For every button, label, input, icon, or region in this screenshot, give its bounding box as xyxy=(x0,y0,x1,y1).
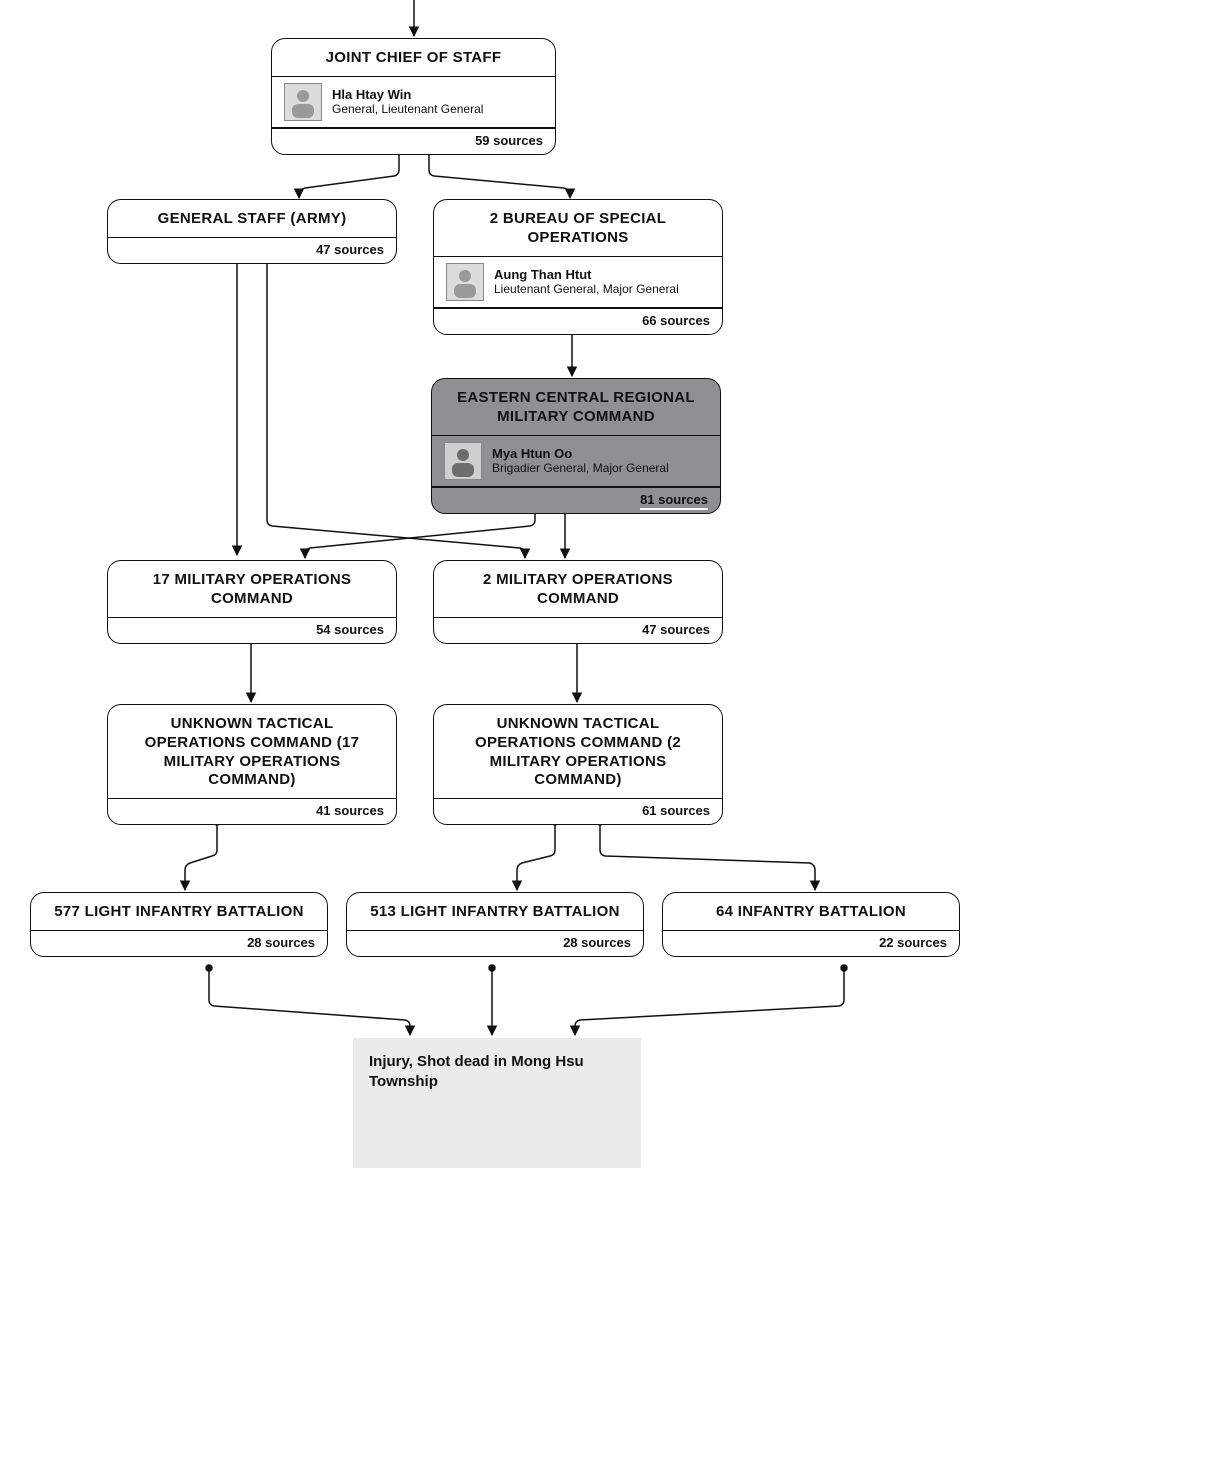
person-name: Mya Htun Oo xyxy=(492,446,669,462)
node-title: 513 LIGHT INFANTRY BATTALION xyxy=(347,893,643,930)
node-17-military-operations-command[interactable]: 17 MILITARY OPERATIONS COMMAND 54 source… xyxy=(107,560,397,644)
person-name: Hla Htay Win xyxy=(332,87,483,103)
node-title: UNKNOWN TACTICAL OPERATIONS COMMAND (2 M… xyxy=(434,705,722,798)
sources-count: 22 sources xyxy=(663,930,959,956)
sources-count: 81 sources xyxy=(432,487,720,513)
sources-count: 47 sources xyxy=(434,617,722,643)
person-rank: General, Lieutenant General xyxy=(332,102,483,116)
sources-count: 28 sources xyxy=(31,930,327,956)
person-name: Aung Than Htut xyxy=(494,267,679,283)
node-title: GENERAL STAFF (ARMY) xyxy=(108,200,396,237)
node-title: 2 MILITARY OPERATIONS COMMAND xyxy=(434,561,722,617)
node-title: 64 INFANTRY BATTALION xyxy=(663,893,959,930)
node-unknown-toc-17[interactable]: UNKNOWN TACTICAL OPERATIONS COMMAND (17 … xyxy=(107,704,397,825)
person-row: Hla Htay Win General, Lieutenant General xyxy=(272,76,555,128)
sources-count: 41 sources xyxy=(108,798,396,824)
node-eastern-central-regional-military-command[interactable]: EASTERN CENTRAL REGIONAL MILITARY COMMAN… xyxy=(431,378,721,514)
person-row: Aung Than Htut Lieutenant General, Major… xyxy=(434,256,722,308)
node-title: 577 LIGHT INFANTRY BATTALION xyxy=(31,893,327,930)
person-rank: Brigadier General, Major General xyxy=(492,461,669,475)
node-513-light-infantry-battalion[interactable]: 513 LIGHT INFANTRY BATTALION 28 sources xyxy=(346,892,644,957)
node-2-military-operations-command[interactable]: 2 MILITARY OPERATIONS COMMAND 47 sources xyxy=(433,560,723,644)
sources-count: 28 sources xyxy=(347,930,643,956)
node-64-infantry-battalion[interactable]: 64 INFANTRY BATTALION 22 sources xyxy=(662,892,960,957)
incident-box[interactable]: Injury, Shot dead in Mong Hsu Township xyxy=(353,1038,641,1168)
node-title: JOINT CHIEF OF STAFF xyxy=(272,39,555,76)
node-unknown-toc-2[interactable]: UNKNOWN TACTICAL OPERATIONS COMMAND (2 M… xyxy=(433,704,723,825)
node-title: EASTERN CENTRAL REGIONAL MILITARY COMMAN… xyxy=(432,379,720,435)
person-photo xyxy=(446,263,484,301)
incident-text: Injury, Shot dead in Mong Hsu Township xyxy=(369,1053,584,1090)
node-title: 17 MILITARY OPERATIONS COMMAND xyxy=(108,561,396,617)
node-577-light-infantry-battalion[interactable]: 577 LIGHT INFANTRY BATTALION 28 sources xyxy=(30,892,328,957)
sources-count: 66 sources xyxy=(434,308,722,334)
person-row: Mya Htun Oo Brigadier General, Major Gen… xyxy=(432,435,720,487)
node-title: UNKNOWN TACTICAL OPERATIONS COMMAND (17 … xyxy=(108,705,396,798)
sources-count: 59 sources xyxy=(272,128,555,154)
person-photo xyxy=(444,442,482,480)
node-general-staff-army[interactable]: GENERAL STAFF (ARMY) 47 sources xyxy=(107,199,397,264)
person-photo xyxy=(284,83,322,121)
org-chart: JOINT CHIEF OF STAFF Hla Htay Win Genera… xyxy=(0,0,1222,1476)
person-rank: Lieutenant General, Major General xyxy=(494,282,679,296)
node-title: 2 BUREAU OF SPECIAL OPERATIONS xyxy=(434,200,722,256)
sources-count: 54 sources xyxy=(108,617,396,643)
node-joint-chief-of-staff[interactable]: JOINT CHIEF OF STAFF Hla Htay Win Genera… xyxy=(271,38,556,155)
node-2-bureau-special-operations[interactable]: 2 BUREAU OF SPECIAL OPERATIONS Aung Than… xyxy=(433,199,723,335)
sources-count: 47 sources xyxy=(108,237,396,263)
sources-count: 61 sources xyxy=(434,798,722,824)
